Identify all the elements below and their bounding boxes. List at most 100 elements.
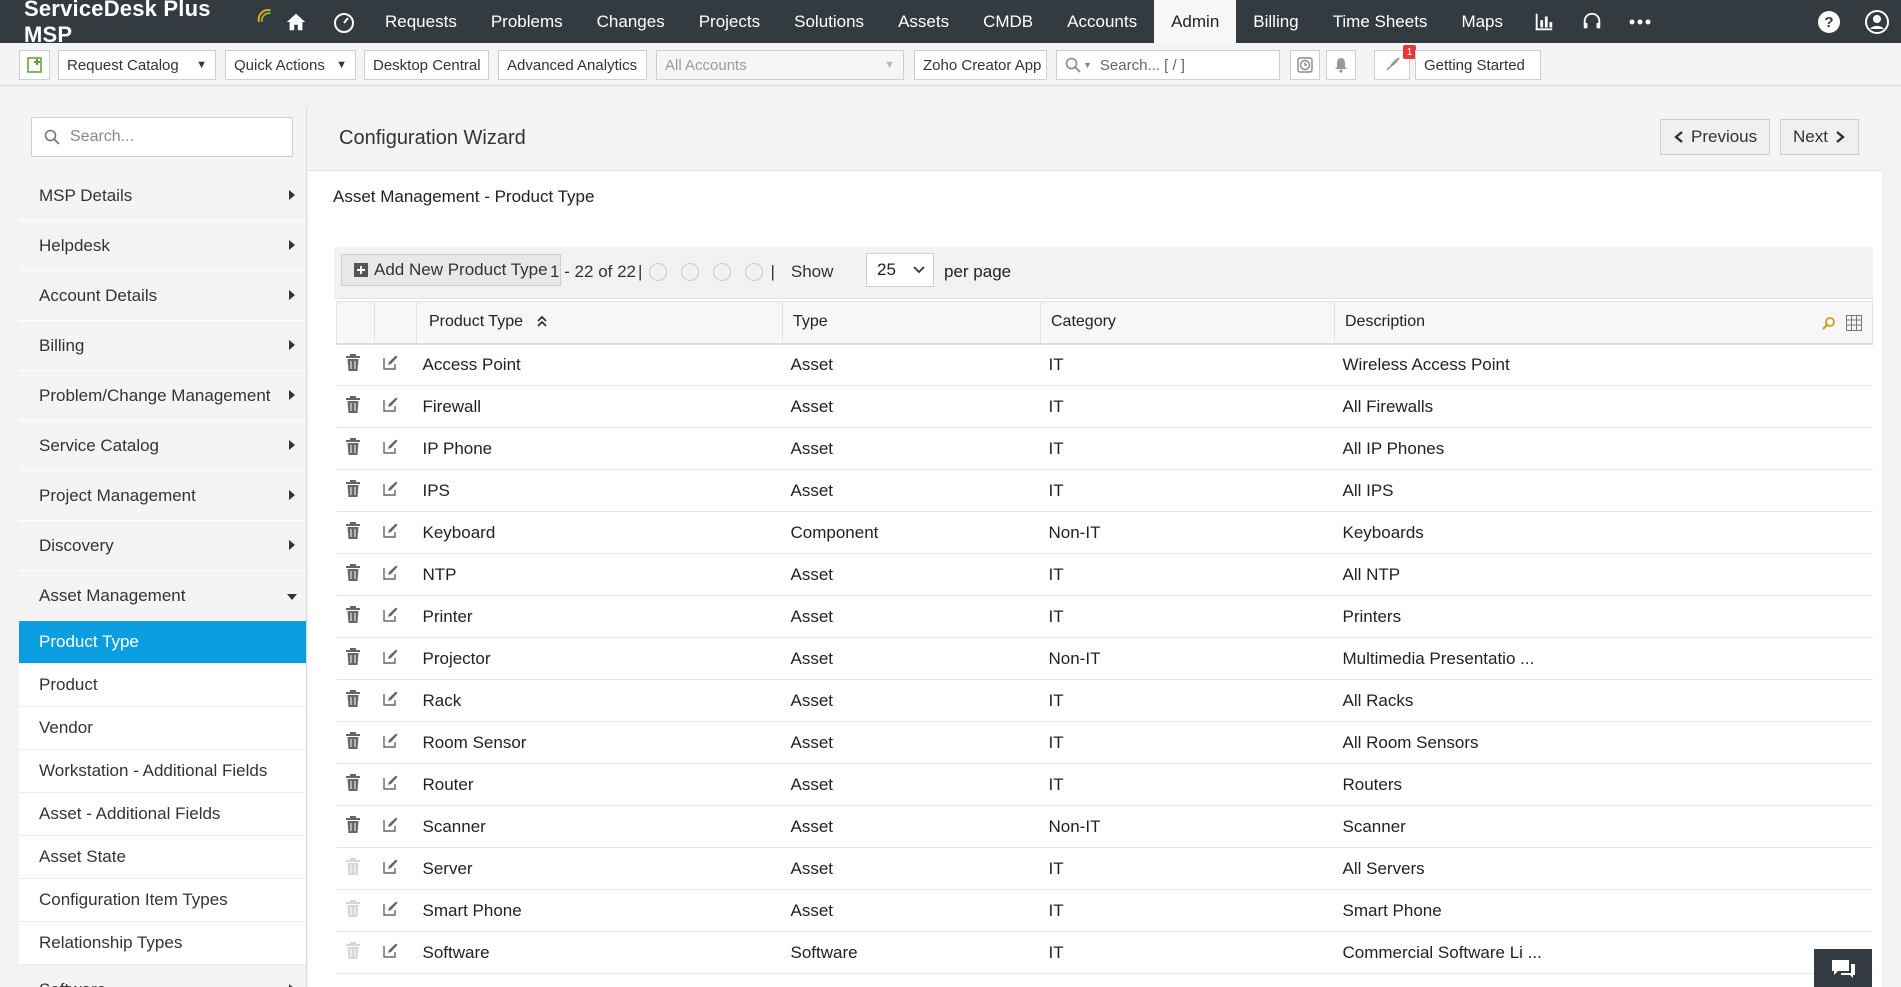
rocket-icon[interactable]: 1 — [1374, 45, 1416, 80]
product-type-cell[interactable]: Room Sensor — [416, 721, 783, 764]
account-select[interactable]: All Accounts ▼ — [656, 50, 904, 80]
prev-page-icon[interactable] — [681, 263, 700, 281]
previous-button[interactable]: Previous — [1660, 119, 1771, 155]
submenu-item-asset-state[interactable]: Asset State — [19, 836, 306, 879]
delete-icon[interactable] — [336, 595, 375, 638]
edit-icon[interactable] — [374, 595, 417, 638]
next-button[interactable]: Next — [1780, 119, 1859, 155]
edit-icon[interactable] — [374, 511, 417, 554]
delete-icon[interactable] — [336, 343, 375, 386]
sidebar-item-project-management[interactable]: Project Management — [19, 471, 306, 521]
product-type-cell[interactable]: IP Phone — [416, 427, 783, 470]
sidebar-item-helpdesk[interactable]: Helpdesk — [19, 221, 306, 271]
help-icon[interactable]: ? — [1805, 0, 1853, 43]
table-row[interactable]: Projector Asset Non-IT Multimedia Presentat… — [336, 637, 1873, 680]
reports-icon[interactable] — [1520, 0, 1568, 43]
edit-icon[interactable] — [374, 343, 417, 386]
delete-icon[interactable] — [336, 679, 375, 722]
nav-item-billing[interactable]: Billing — [1236, 0, 1315, 43]
product-type-cell[interactable]: Server — [416, 847, 783, 890]
table-row[interactable]: Room Sensor Asset IT All Room Sensors — [336, 721, 1873, 764]
edit-icon[interactable] — [374, 931, 417, 974]
nav-item-assets[interactable]: Assets — [881, 0, 966, 43]
nav-item-admin[interactable]: Admin — [1154, 0, 1237, 43]
table-row[interactable]: Rack Asset IT All Racks — [336, 679, 1873, 722]
edit-icon[interactable] — [374, 805, 417, 848]
nav-item-accounts[interactable]: Accounts — [1050, 0, 1154, 43]
new-request-icon[interactable] — [19, 50, 50, 80]
table-row[interactable]: Printer Asset IT Printers — [336, 595, 1873, 638]
user-profile-icon[interactable] — [1853, 0, 1901, 43]
desktop-central-button[interactable]: Desktop Central — [364, 50, 489, 80]
delete-icon[interactable] — [336, 721, 375, 764]
table-row[interactable]: Access Point Asset IT Wireless Access Point — [336, 343, 1873, 386]
next-page-icon[interactable] — [713, 263, 732, 281]
table-row[interactable]: IPS Asset IT All IPS — [336, 469, 1873, 512]
column-header-product-type[interactable]: Product Type — [416, 301, 783, 345]
sidebar-item-service-catalog[interactable]: Service Catalog — [19, 421, 306, 471]
nav-item-time-sheets[interactable]: Time Sheets — [1316, 0, 1445, 43]
sidebar-item-software[interactable]: Software — [19, 965, 306, 987]
first-page-icon[interactable] — [649, 263, 668, 281]
edit-icon[interactable] — [374, 553, 417, 596]
home-icon[interactable] — [272, 0, 320, 43]
edit-icon[interactable] — [374, 385, 417, 428]
table-row[interactable]: Server Asset IT All Servers — [336, 847, 1873, 890]
column-header-type[interactable]: Type — [782, 301, 1041, 345]
nav-item-problems[interactable]: Problems — [474, 0, 580, 43]
edit-icon[interactable] — [374, 427, 417, 470]
brand-logo[interactable]: ServiceDesk Plus MSP — [0, 0, 272, 48]
table-row[interactable]: Router Asset IT Routers — [336, 763, 1873, 806]
table-row[interactable]: IP Phone Asset IT All IP Phones — [336, 427, 1873, 470]
table-row[interactable]: Firewall Asset IT All Firewalls — [336, 385, 1873, 428]
edit-icon[interactable] — [374, 637, 417, 680]
zoho-creator-button[interactable]: Zoho Creator App — [914, 50, 1047, 80]
product-type-cell[interactable]: Firewall — [416, 385, 783, 428]
more-icon[interactable] — [1616, 0, 1664, 43]
nav-item-requests[interactable]: Requests — [368, 0, 474, 43]
product-type-cell[interactable]: IPS — [416, 469, 783, 512]
sidebar-item-discovery[interactable]: Discovery — [19, 521, 306, 571]
delete-icon[interactable] — [336, 637, 375, 680]
delete-icon[interactable] — [336, 427, 375, 470]
edit-icon[interactable] — [374, 889, 417, 932]
per-page-select[interactable]: 25 — [866, 253, 934, 287]
delete-icon[interactable] — [336, 763, 375, 806]
table-row[interactable]: Keyboard Component Non-IT Keyboards — [336, 511, 1873, 554]
column-search-icon[interactable] — [1822, 316, 1836, 330]
product-type-cell[interactable]: Software — [416, 931, 783, 974]
edit-icon[interactable] — [374, 847, 417, 890]
nav-item-maps[interactable]: Maps — [1444, 0, 1520, 43]
table-row[interactable]: Software Software IT Commercial Software Li… — [336, 931, 1873, 974]
column-header-description[interactable]: Description — [1334, 301, 1873, 345]
global-search-input[interactable]: ▼ Search... [ / ] — [1056, 50, 1280, 80]
nav-item-projects[interactable]: Projects — [682, 0, 777, 43]
request-catalog-dropdown[interactable]: Request Catalog ▼ — [58, 50, 216, 80]
add-new-product-type-button[interactable]: Add New Product Type — [341, 254, 561, 286]
delete-icon[interactable] — [336, 511, 375, 554]
edit-icon[interactable] — [374, 763, 417, 806]
nav-item-changes[interactable]: Changes — [580, 0, 682, 43]
edit-icon[interactable] — [374, 679, 417, 722]
nav-item-solutions[interactable]: Solutions — [777, 0, 881, 43]
submenu-item-configuration-item-types[interactable]: Configuration Item Types — [19, 879, 306, 922]
product-type-cell[interactable]: NTP — [416, 553, 783, 596]
notification-bell-icon[interactable] — [1326, 50, 1356, 80]
product-type-cell[interactable]: Keyboard — [416, 511, 783, 554]
product-type-cell[interactable]: Printer — [416, 595, 783, 638]
dashboard-icon[interactable] — [320, 0, 368, 43]
delete-icon[interactable] — [336, 469, 375, 512]
delete-icon[interactable] — [336, 805, 375, 848]
delete-icon[interactable] — [336, 385, 375, 428]
sidebar-search-input[interactable]: Search... — [31, 117, 293, 157]
product-type-cell[interactable]: Rack — [416, 679, 783, 722]
getting-started-button[interactable]: Getting Started — [1415, 50, 1541, 80]
edit-icon[interactable] — [374, 469, 417, 512]
submenu-item-product-type[interactable]: Product Type — [19, 621, 306, 664]
product-type-cell[interactable]: Smart Phone — [416, 889, 783, 932]
product-type-cell[interactable]: Projector — [416, 637, 783, 680]
product-type-cell[interactable]: Access Point — [416, 343, 783, 386]
reminder-clock-icon[interactable] — [1290, 50, 1320, 80]
table-row[interactable]: Scanner Asset Non-IT Scanner — [336, 805, 1873, 848]
edit-icon[interactable] — [374, 721, 417, 764]
